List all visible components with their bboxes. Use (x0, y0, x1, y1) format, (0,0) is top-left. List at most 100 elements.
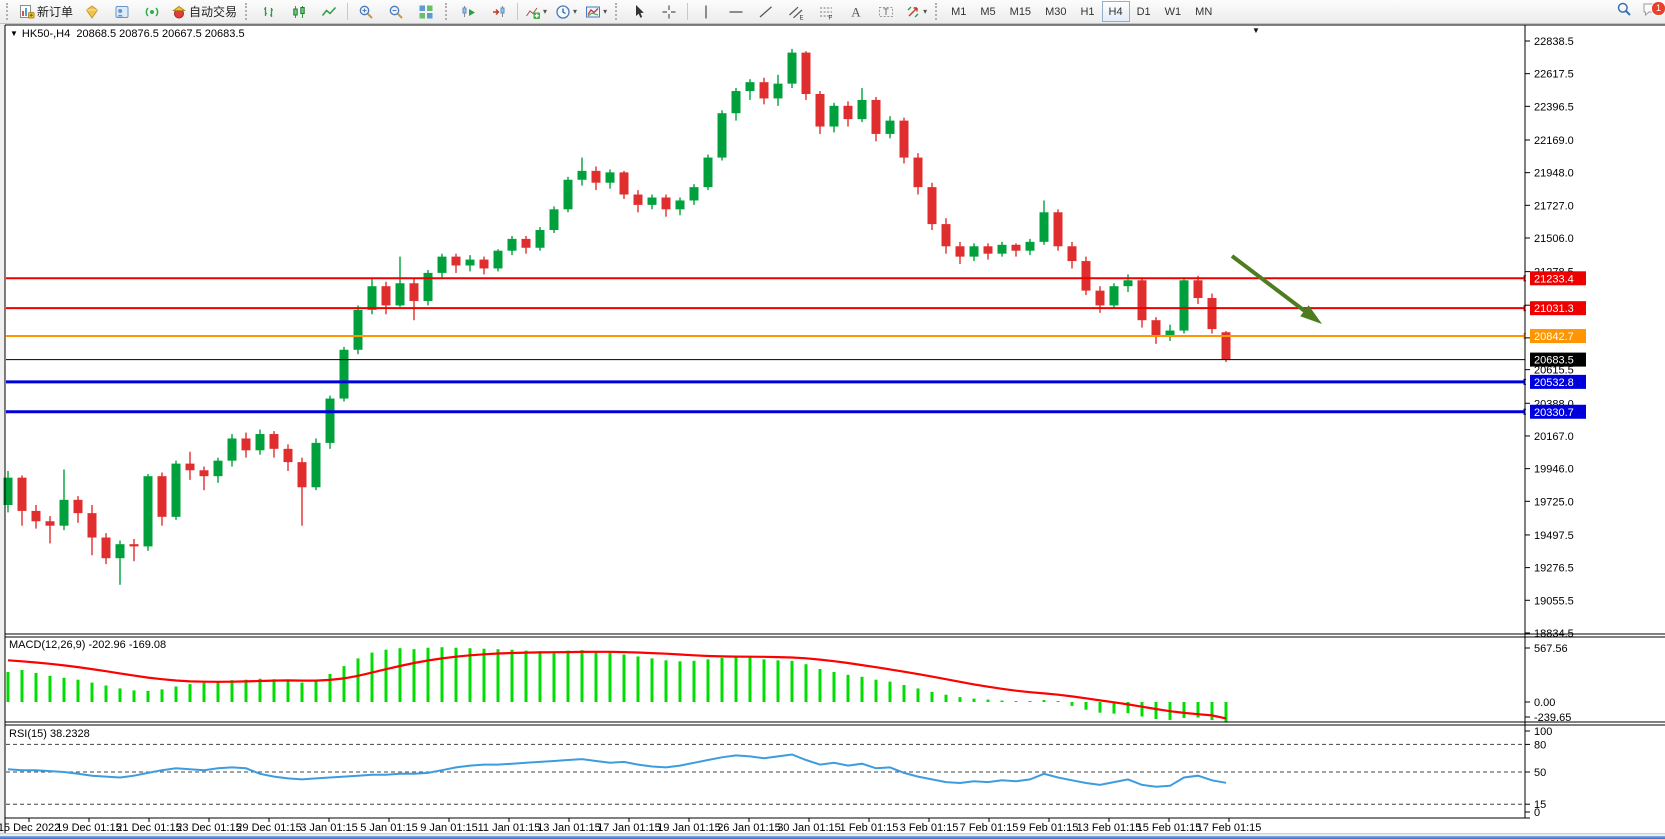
chart-menu-arrow-icon[interactable]: ▼ (1252, 26, 1260, 35)
autotrade-icon (171, 4, 187, 20)
timeframe-button-m15[interactable]: M15 (1003, 1, 1038, 22)
tiles-icon (418, 4, 434, 20)
chart-canvas: 22838.522617.522396.522169.021948.021727… (0, 0, 1665, 839)
timeframe-button-m5[interactable]: M5 (973, 1, 1002, 22)
svg-text:19725.0: 19725.0 (1534, 496, 1574, 508)
vertical-line-button[interactable] (691, 1, 721, 23)
toolbar-grip (445, 3, 450, 20)
crosshair-button[interactable] (654, 1, 684, 23)
horizontal-line-button[interactable] (721, 1, 751, 23)
indicators-button[interactable]: ▾ (521, 1, 551, 23)
ohlc-values-label: 20868.5 20876.5 20667.5 20683.5 (76, 28, 244, 40)
line-chart-button[interactable] (314, 1, 344, 23)
community-button[interactable]: 1 (1637, 2, 1663, 22)
equidistant-channel-button[interactable]: E (781, 1, 811, 23)
magnifier-icon (1616, 1, 1632, 22)
svg-text:-239.65: -239.65 (1534, 712, 1571, 724)
new-order-button[interactable]: 新订单 (15, 1, 77, 23)
rsi-indicator-label: RSI(15) 38.2328 (9, 728, 90, 740)
timeframe-button-m30[interactable]: M30 (1038, 1, 1073, 22)
symbol-period-label: HK50-,H4 (22, 28, 70, 40)
svg-text:19055.5: 19055.5 (1534, 595, 1574, 607)
indicators-icon (525, 4, 541, 20)
zoom-in-icon (358, 4, 374, 20)
svg-text:80: 80 (1534, 739, 1546, 751)
svg-text:18834.5: 18834.5 (1534, 628, 1574, 640)
chart-expand-icon[interactable]: ▼ (10, 29, 18, 38)
signals-button[interactable] (137, 1, 167, 23)
price-line-label: 20842.7 (1530, 329, 1586, 343)
zoom-out-button[interactable] (381, 1, 411, 23)
crosshair-icon (661, 4, 677, 20)
text-label-button[interactable]: T (871, 1, 901, 23)
price-line-label: 20532.8 (1530, 375, 1586, 389)
fibonacci-button[interactable]: F (811, 1, 841, 23)
svg-text:21727.0: 21727.0 (1534, 200, 1574, 212)
svg-text:F: F (829, 15, 833, 20)
price-line-label: 20330.7 (1530, 405, 1586, 419)
svg-text:22169.0: 22169.0 (1534, 135, 1574, 147)
styler-button[interactable] (77, 1, 107, 23)
svg-text:22838.5: 22838.5 (1534, 36, 1574, 48)
autotrading-button[interactable]: 自动交易 (167, 1, 241, 23)
bars-icon (261, 4, 277, 20)
notification-badge: 1 (1651, 1, 1665, 16)
timeframe-button-m1[interactable]: M1 (944, 1, 973, 22)
signal-icon (144, 4, 160, 20)
dropdown-caret-icon[interactable]: ▾ (923, 8, 927, 16)
price-line-label: 21031.3 (1530, 301, 1586, 315)
main-toolbar: 新订单 自动交易 ▾ ▾ ▾ E F AT ▾ M1M5M15M30H1H4D1W1MN 1 (0, 0, 1665, 24)
svg-text:21506.0: 21506.0 (1534, 233, 1574, 245)
arrows-icon (905, 4, 921, 20)
timeframe-button-mn[interactable]: MN (1188, 1, 1219, 22)
svg-text:20532.8: 20532.8 (1534, 377, 1574, 389)
cursor-button[interactable] (624, 1, 654, 23)
text-label-icon: T (878, 4, 894, 20)
timeframe-button-d1[interactable]: D1 (1130, 1, 1158, 22)
toolbar-grip (615, 3, 620, 20)
autotrading-button-label: 自动交易 (189, 3, 237, 20)
trading-app-window: 新订单 自动交易 ▾ ▾ ▾ E F AT ▾ M1M5M15M30H1H4D1W1MN 1 228… (0, 0, 1665, 839)
periods-button[interactable]: ▾ (551, 1, 581, 23)
search-button[interactable] (1611, 2, 1637, 22)
templates-button[interactable]: ▾ (581, 1, 611, 23)
tile-windows-button[interactable] (411, 1, 441, 23)
new-order-button-label: 新订单 (37, 3, 73, 20)
line-chart-icon (321, 4, 337, 20)
auto-scroll-button[interactable] (454, 1, 484, 23)
zoom-in-button[interactable] (351, 1, 381, 23)
journal-icon (114, 4, 130, 20)
toolbar-grip (935, 3, 940, 20)
svg-text:100: 100 (1534, 726, 1552, 738)
arrows-button[interactable]: ▾ (901, 1, 931, 23)
chart-background (5, 25, 1665, 833)
svg-text:E: E (800, 15, 804, 20)
trendline-button[interactable] (751, 1, 781, 23)
chart-shift-button[interactable] (484, 1, 514, 23)
new-order-icon (19, 4, 35, 20)
chart-header: ▼ HK50-,H4 20868.5 20876.5 20667.5 20683.… (10, 28, 245, 40)
svg-text:19276.5: 19276.5 (1534, 563, 1574, 575)
zoom-out-icon (388, 4, 404, 20)
dropdown-caret-icon[interactable]: ▾ (573, 8, 577, 16)
svg-text:20167.0: 20167.0 (1534, 431, 1574, 443)
svg-text:567.56: 567.56 (1534, 643, 1568, 655)
svg-text:20330.7: 20330.7 (1534, 407, 1574, 419)
toolbar-grip (245, 3, 250, 20)
timeframe-button-h1[interactable]: H1 (1073, 1, 1101, 22)
channel-icon: E (788, 4, 804, 20)
text-button[interactable]: A (841, 1, 871, 23)
price-line-label: 21233.4 (1530, 271, 1586, 285)
svg-text:0.00: 0.00 (1534, 697, 1555, 709)
dropdown-caret-icon[interactable]: ▾ (603, 8, 607, 16)
candles-icon (291, 4, 307, 20)
timeframe-button-w1[interactable]: W1 (1158, 1, 1189, 22)
bar-chart-button[interactable] (254, 1, 284, 23)
svg-text:19497.5: 19497.5 (1534, 530, 1574, 542)
candlestick-chart-button[interactable] (284, 1, 314, 23)
timeframe-button-h4[interactable]: H4 (1102, 1, 1130, 22)
macd-indicator-label: MACD(12,26,9) -202.96 -169.08 (9, 639, 166, 651)
fibonacci-icon: F (818, 4, 834, 20)
dropdown-caret-icon[interactable]: ▾ (543, 8, 547, 16)
profile-button[interactable] (107, 1, 137, 23)
